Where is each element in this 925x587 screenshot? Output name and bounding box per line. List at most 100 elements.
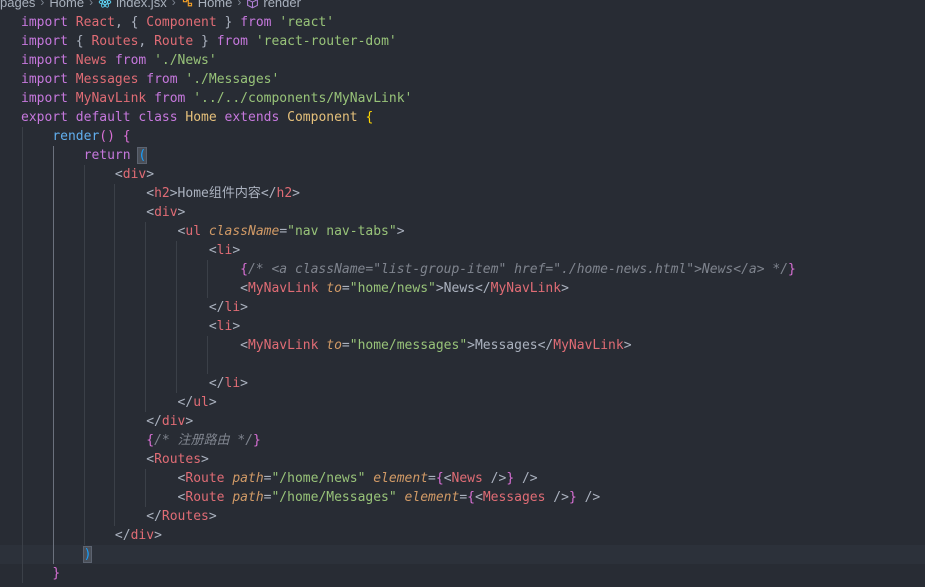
code-editor[interactable]: import React, { Component } from 'react'… <box>0 13 925 583</box>
code-token: > <box>232 319 241 334</box>
code-token: < <box>146 452 155 467</box>
code-token: } <box>253 433 261 448</box>
code-token: './Messages' <box>185 72 280 87</box>
breadcrumb-item-method[interactable]: render <box>246 0 301 10</box>
code-line[interactable]: <li> <box>0 241 925 260</box>
code-line[interactable]: </div> <box>0 412 925 431</box>
code-token: < <box>114 167 123 182</box>
breadcrumb-label: render <box>263 0 301 10</box>
code-line[interactable]: {/* <a className="list-group-item" href=… <box>0 260 925 279</box>
code-token: h2 <box>154 186 170 201</box>
code-token: Route <box>185 490 225 505</box>
code-token: className <box>208 224 280 239</box>
indent-guide <box>22 355 23 374</box>
code-line[interactable]: </Routes> <box>0 507 925 526</box>
code-line[interactable]: <MyNavLink to="home/messages">Messages</… <box>0 336 925 355</box>
code-token: > <box>232 243 241 258</box>
code-token: ul <box>193 395 209 410</box>
code-token: li <box>224 376 241 391</box>
code-token: div <box>130 528 155 543</box>
code-text: <li> <box>21 317 240 336</box>
code-token: < <box>240 338 248 353</box>
code-token: import <box>21 72 68 87</box>
code-line[interactable]: <ul className="nav nav-tabs"> <box>0 222 925 241</box>
code-token: li <box>224 300 241 315</box>
code-token: Routes <box>154 452 202 467</box>
code-token: News <box>451 471 483 486</box>
code-token: /* <a className="list-group-item" href="… <box>247 262 789 277</box>
code-token: default <box>75 110 131 125</box>
code-token: MyNavLink <box>553 338 624 353</box>
code-text: <MyNavLink to="home/messages">Messages</… <box>21 336 631 355</box>
code-line[interactable]: </li> <box>0 298 925 317</box>
code-line[interactable]: </div> <box>0 526 925 545</box>
code-token: /> <box>576 490 601 505</box>
code-token: } <box>506 471 515 486</box>
code-token: li <box>216 319 233 334</box>
code-line[interactable]: import React, { Component } from 'react' <box>0 13 925 32</box>
code-token: < <box>475 490 483 505</box>
code-token: Component <box>287 110 358 125</box>
code-token: ) <box>82 546 93 563</box>
code-line[interactable]: <Route path="/home/Messages" element={<M… <box>0 488 925 507</box>
breadcrumb-label: index.jsx <box>116 0 167 10</box>
breadcrumb-item-home-folder[interactable]: Home <box>49 0 84 10</box>
code-line[interactable]: export default class Home extends Compon… <box>0 108 925 127</box>
react-file-icon <box>98 0 112 8</box>
code-line[interactable]: render() { <box>0 127 925 146</box>
code-line[interactable]: import MyNavLink from '../../components/… <box>0 89 925 108</box>
code-token: to <box>326 338 342 353</box>
code-line[interactable]: <h2>Home组件内容</h2> <box>0 184 925 203</box>
code-token: > <box>561 281 569 296</box>
code-token: path <box>232 490 264 505</box>
code-token: { <box>122 129 131 144</box>
code-line[interactable]: </ul> <box>0 393 925 412</box>
code-token: from <box>146 72 178 87</box>
code-line[interactable]: import Messages from './Messages' <box>0 70 925 89</box>
code-line[interactable]: <li> <box>0 317 925 336</box>
code-token: > <box>208 509 217 524</box>
code-token: h2 <box>276 186 293 201</box>
code-line[interactable] <box>0 355 925 374</box>
code-line[interactable]: import News from './News' <box>0 51 925 70</box>
indent-guide <box>52 355 54 374</box>
code-line[interactable]: ) <box>0 545 925 564</box>
breadcrumb-item-pages[interactable]: pages <box>0 0 35 10</box>
code-line[interactable]: import { Routes, Route } from 'react-rou… <box>0 32 925 51</box>
code-line[interactable]: {/* 注册路由 */} <box>0 431 925 450</box>
code-token: </ <box>177 395 194 410</box>
code-line[interactable]: <Route path="/home/news" element={<News … <box>0 469 925 488</box>
breadcrumb-item-class[interactable]: Home <box>181 0 232 10</box>
code-token: element <box>373 471 429 486</box>
code-token: } <box>568 490 577 505</box>
indent-guide <box>206 355 208 374</box>
code-token: </ <box>537 338 554 353</box>
code-line[interactable]: } <box>0 564 925 583</box>
code-text: <MyNavLink to="home/news">News</MyNavLin… <box>21 279 569 298</box>
code-line[interactable]: </li> <box>0 374 925 393</box>
code-line[interactable]: <Routes> <box>0 450 925 469</box>
code-text: <ul className="nav nav-tabs"> <box>21 222 405 241</box>
code-text: {/* <a className="list-group-item" href=… <box>21 260 796 279</box>
code-line[interactable]: <div> <box>0 165 925 184</box>
code-line[interactable]: return ( <box>0 146 925 165</box>
code-line[interactable]: <MyNavLink to="home/news">News</MyNavLin… <box>0 279 925 298</box>
breadcrumb-item-file[interactable]: index.jsx <box>98 0 167 10</box>
code-line[interactable]: <div> <box>0 203 925 222</box>
code-token: News <box>75 53 108 68</box>
